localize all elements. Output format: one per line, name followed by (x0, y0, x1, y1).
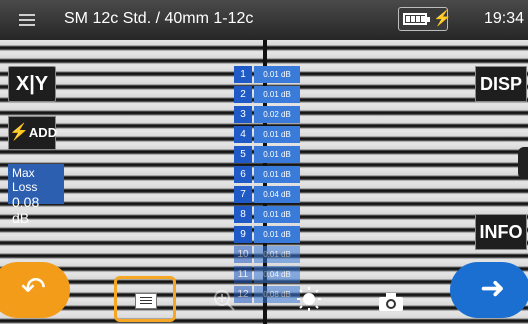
list-view-button[interactable] (114, 276, 176, 322)
loss-value: 0.02 dB (254, 106, 300, 123)
loss-value: 0.01 dB (254, 166, 300, 183)
side-panel-tab[interactable] (518, 147, 528, 179)
fiber-number: 8 (234, 206, 252, 223)
battery-full-icon (403, 13, 427, 25)
loss-value: 0.04 dB (254, 266, 300, 283)
arc-add-label: ADD (28, 125, 58, 140)
zoom-in-icon[interactable] (212, 288, 236, 312)
loss-row: 4 0.01 dB (234, 126, 302, 143)
loss-value: 0.01 dB (254, 146, 300, 163)
loss-value: 0.04 dB (254, 186, 300, 203)
loss-row: 7 0.04 dB (234, 186, 302, 203)
display-button[interactable]: DISP (475, 66, 527, 102)
next-arrow-icon: ➜ (480, 272, 506, 305)
loss-row: 1 0.01 dB (234, 66, 302, 83)
max-loss-value: 0.08 dB (12, 194, 40, 226)
fiber-number: 12 (234, 286, 252, 303)
loss-row: 10 0.01 dB (234, 246, 302, 263)
fiber-number: 5 (234, 146, 252, 163)
fiber-number: 4 (234, 126, 252, 143)
loss-row: 5 0.01 dB (234, 146, 302, 163)
fiber-number: 7 (234, 186, 252, 203)
loss-row: 12 0.08 dB (234, 286, 302, 303)
fiber-number: 10 (234, 246, 252, 263)
title-bar: SM 12c Std. / 40mm 1-12c ⚡ 19:34 (0, 0, 528, 40)
lightning-icon: ⚡ (9, 124, 29, 141)
xy-view-button[interactable]: X|Y (8, 66, 56, 102)
max-loss-panel: Max Loss 0.08 dB (8, 164, 64, 226)
loss-value: 0.08 dB (254, 286, 300, 303)
loss-value: 0.01 dB (254, 226, 300, 243)
clock: 19:34 (484, 10, 525, 27)
battery-indicator: ⚡ (398, 7, 452, 31)
loss-row: 6 0.01 dB (234, 166, 302, 183)
menu-button[interactable] (10, 8, 44, 32)
back-arrow-icon: ↶ (20, 272, 46, 305)
fiber-number: 1 (234, 66, 252, 83)
brightness-icon[interactable] (296, 286, 322, 312)
fiber-number: 3 (234, 106, 252, 123)
charging-bolt-icon: ⚡ (433, 10, 452, 27)
loss-row: 11 0.04 dB (234, 266, 302, 283)
fiber-number: 11 (234, 266, 252, 283)
loss-value: 0.01 dB (254, 246, 300, 263)
loss-row: 3 0.02 dB (234, 106, 302, 123)
fiber-number: 2 (234, 86, 252, 103)
loss-value: 0.01 dB (254, 126, 300, 143)
camera-icon[interactable] (378, 292, 404, 312)
list-icon (135, 293, 157, 309)
loss-value: 0.01 dB (254, 86, 300, 103)
loss-value: 0.01 dB (254, 66, 300, 83)
next-button[interactable]: ➜ (450, 262, 528, 318)
fiber-loss-table: 1 0.01 dB 2 0.01 dB 3 0.02 dB 4 0.01 dB 5 0.0… (234, 66, 302, 306)
splice-program-title: SM 12c Std. / 40mm 1-12c (64, 10, 254, 27)
loss-row: 2 0.01 dB (234, 86, 302, 103)
loss-row: 8 0.01 dB (234, 206, 302, 223)
info-button[interactable]: INFO (475, 214, 527, 250)
fiber-number: 6 (234, 166, 252, 183)
loss-value: 0.01 dB (254, 206, 300, 223)
loss-row: 9 0.01 dB (234, 226, 302, 243)
fusion-splicer-screen: SM 12c Std. / 40mm 1-12c ⚡ 19:34 X|Y ⚡AD… (0, 0, 528, 324)
battery-tip (427, 17, 430, 22)
fiber-number: 9 (234, 226, 252, 243)
arc-add-button[interactable]: ⚡ADD (8, 116, 58, 150)
back-button[interactable]: ↶ (0, 262, 70, 318)
max-loss-label: Max Loss (12, 166, 38, 194)
